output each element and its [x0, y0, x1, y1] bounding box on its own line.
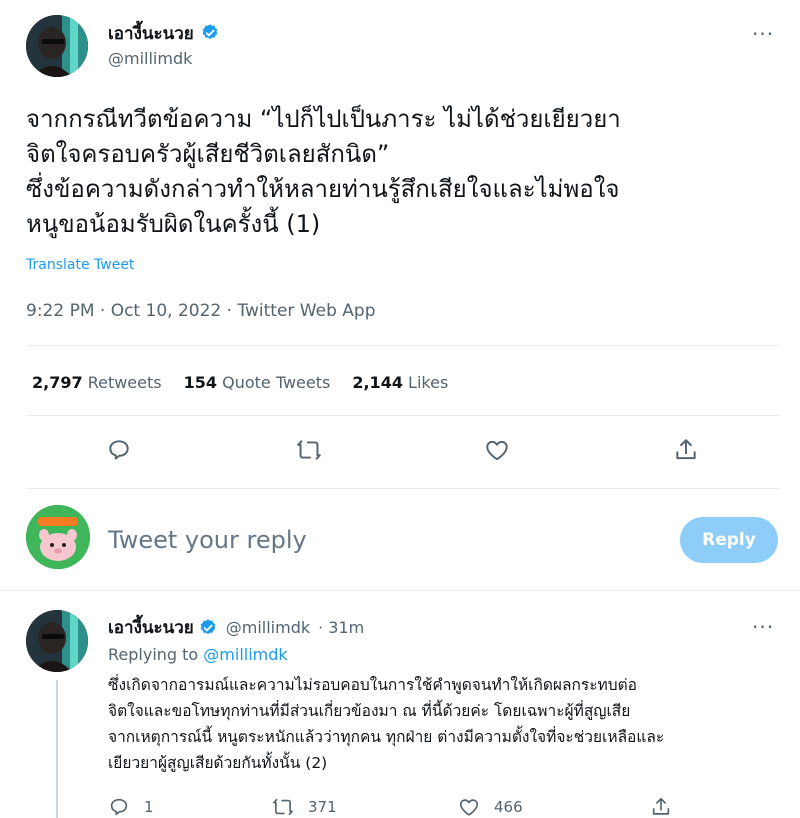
tweet-stats: 2,797 Retweets 154 Quote Tweets 2,144 Li… — [32, 373, 448, 392]
verified-badge-icon — [200, 618, 216, 634]
divider — [0, 590, 800, 591]
reply-author-avatar-image — [26, 610, 88, 672]
thread-line — [56, 680, 58, 818]
author-name[interactable]: เอางี้นะนวย — [108, 20, 220, 47]
reply-button[interactable]: Reply — [680, 517, 778, 563]
reply-author-handle[interactable]: @millimdk — [226, 618, 310, 637]
replying-to-prefix: Replying to — [108, 645, 199, 664]
retweet-icon — [273, 798, 293, 816]
reply-author-name[interactable]: เอางี้นะนวย — [108, 614, 194, 641]
reply-reply-action[interactable]: 1 — [108, 796, 154, 818]
reply-retweet-action[interactable]: 371 — [272, 796, 337, 818]
reply-count: 1 — [144, 798, 154, 816]
quote-tweets-label: Quote Tweets — [222, 373, 331, 392]
divider — [26, 488, 780, 489]
like-icon[interactable] — [484, 437, 510, 463]
reply-author-avatar[interactable] — [26, 610, 88, 672]
divider — [26, 345, 780, 346]
quote-tweets-count: 154 — [183, 373, 218, 392]
author-avatar-image — [26, 15, 88, 77]
retweet-icon[interactable] — [296, 437, 322, 463]
divider — [26, 415, 780, 416]
author-handle[interactable]: @millimdk — [108, 49, 192, 68]
like-icon — [459, 799, 479, 816]
more-icon[interactable]: ··· — [752, 22, 774, 46]
reply-icon[interactable] — [106, 437, 132, 463]
share-icon[interactable] — [673, 437, 699, 463]
likes-count: 2,144 — [352, 373, 403, 392]
user-avatar-image — [26, 505, 90, 569]
retweets-stat[interactable]: 2,797 Retweets — [32, 373, 162, 392]
likes-stat[interactable]: 2,144 Likes — [352, 373, 448, 392]
reply-header: เอางี้นะนวย @millimdk · 31m — [108, 614, 364, 641]
tweet-timestamp[interactable]: 9:22 PM · Oct 10, 2022 · Twitter Web App — [26, 301, 375, 321]
retweets-count: 2,797 — [32, 373, 83, 392]
retweets-label: Retweets — [87, 373, 162, 392]
tweet-text: จากกรณีทวีตข้อความ “ไปก็ไปเป็นภาระ ไม่ได… — [26, 105, 621, 238]
verified-badge-icon — [202, 24, 218, 40]
reply-text: ซึ่งเกิดจากอารมณ์และความไม่รอบคอบในการใช… — [108, 676, 665, 772]
like-count: 466 — [494, 798, 523, 816]
share-icon — [652, 797, 670, 815]
replying-to: Replying to @millimdk — [108, 645, 288, 664]
reply-time[interactable]: · 31m — [318, 618, 364, 637]
reply-like-action[interactable]: 466 — [458, 796, 523, 818]
author-avatar[interactable] — [26, 15, 88, 77]
reply-icon — [110, 798, 128, 816]
reply-input[interactable]: Tweet your reply — [108, 526, 307, 554]
likes-label: Likes — [408, 373, 449, 392]
retweet-count: 371 — [308, 798, 337, 816]
replying-to-handle[interactable]: @millimdk — [203, 645, 287, 664]
user-avatar[interactable] — [26, 505, 90, 569]
reply-share-action[interactable] — [650, 796, 672, 818]
translate-tweet-link[interactable]: Translate Tweet — [26, 257, 134, 273]
author-name-text[interactable]: เอางี้นะนวย — [108, 24, 194, 44]
more-icon[interactable]: ··· — [752, 615, 774, 639]
quote-tweets-stat[interactable]: 154 Quote Tweets — [184, 373, 331, 392]
